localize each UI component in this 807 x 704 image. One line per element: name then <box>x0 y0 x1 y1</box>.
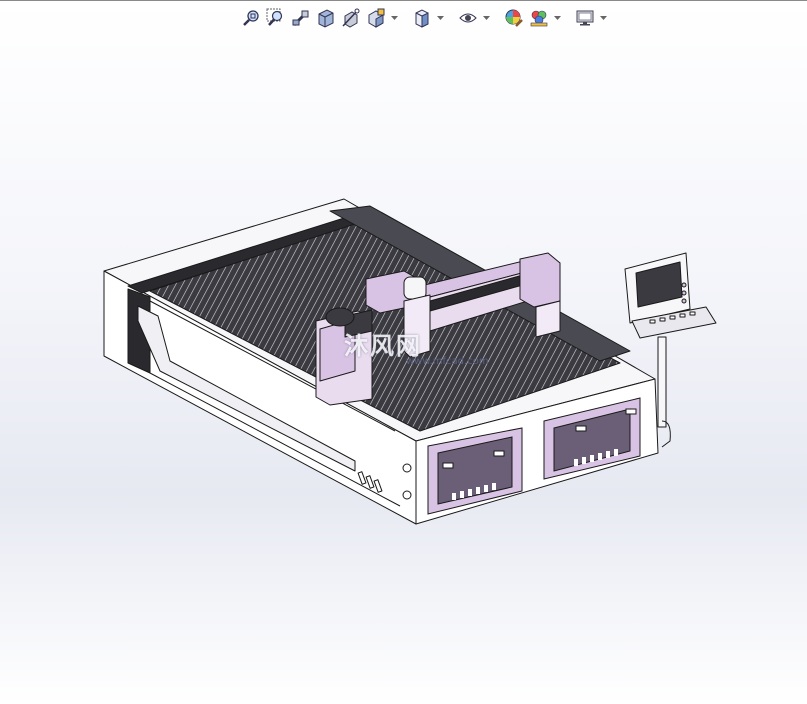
view-settings-icon[interactable] <box>574 7 596 29</box>
zoom-to-area-icon[interactable] <box>265 7 287 29</box>
section-view-icon[interactable] <box>315 7 337 29</box>
apply-scene-icon[interactable] <box>528 7 550 29</box>
view-orientation-dropdown-icon[interactable] <box>390 7 399 29</box>
watermark: 沐风网 www.mfcad.com <box>344 326 544 367</box>
display-style-icon[interactable] <box>411 7 433 29</box>
zoom-to-fit-icon[interactable] <box>240 7 262 29</box>
machine-frame <box>103 198 659 525</box>
heads-up-view-toolbar <box>240 5 608 31</box>
display-style-dropdown-icon[interactable] <box>436 7 445 29</box>
view-orientation-icon[interactable] <box>365 7 387 29</box>
apply-scene-dropdown-icon[interactable] <box>553 7 562 29</box>
dynamic-annotation-icon[interactable] <box>340 7 362 29</box>
watermark-url: www.mfcad.com <box>406 356 489 367</box>
hide-show-items-icon[interactable] <box>457 7 479 29</box>
graphics-viewport[interactable]: 沐风网 www.mfcad.com <box>0 0 807 704</box>
hide-show-items-dropdown-icon[interactable] <box>482 7 491 29</box>
view-settings-dropdown-icon[interactable] <box>599 7 608 29</box>
previous-view-icon[interactable] <box>290 7 312 29</box>
edit-appearance-icon[interactable] <box>503 7 525 29</box>
